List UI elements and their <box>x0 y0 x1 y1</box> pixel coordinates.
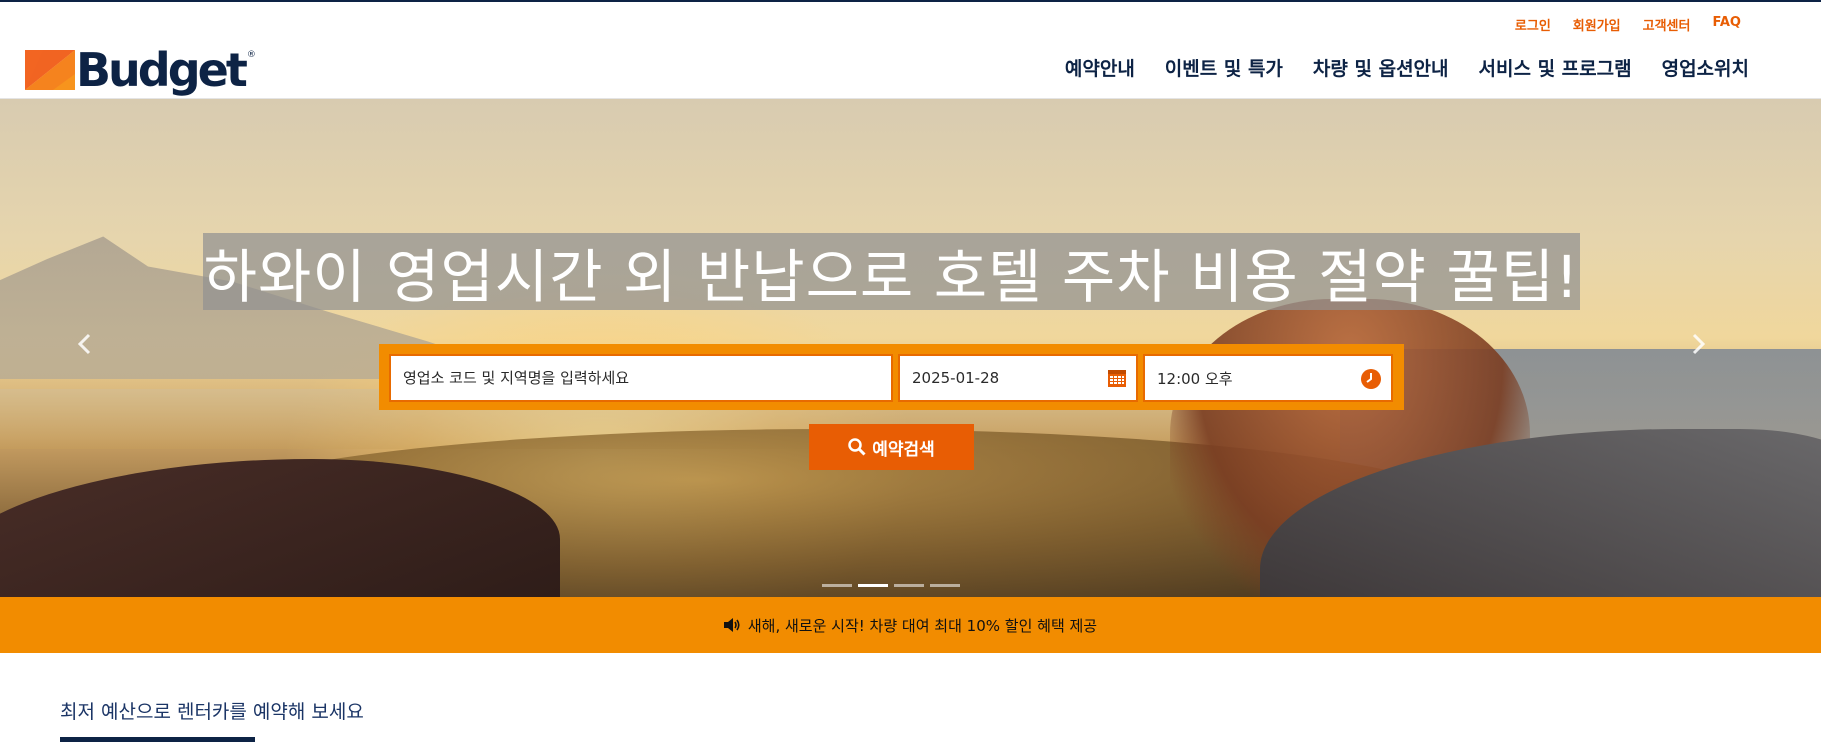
main-nav: 예약안내 이벤트 및 특가 차량 및 옵션안내 서비스 및 프로그램 영업소위치 <box>1065 54 1749 81</box>
budget-logo-wordmark: Budget <box>76 43 248 97</box>
pickup-date-field[interactable]: 2025-01-28 <box>898 354 1138 402</box>
promo-notice-text: 새해, 새로운 시작! 차량 대여 최대 10% 할인 혜택 제공 <box>747 616 1098 635</box>
utility-nav: 로그인 회원가입 고객센터 FAQ <box>1515 15 1741 34</box>
nav-reservation-guide[interactable]: 예약안내 <box>1065 54 1135 81</box>
chevron-left-icon <box>77 333 91 355</box>
nav-locations[interactable]: 영업소위치 <box>1662 54 1749 81</box>
carousel-indicator-2[interactable] <box>858 584 888 587</box>
reservation-search-button[interactable]: 예약검색 <box>809 424 974 470</box>
site-header: Budget ® 로그인 회원가입 고객센터 FAQ 예약안내 이벤트 및 특가… <box>0 2 1821 99</box>
nav-services-programs[interactable]: 서비스 및 프로그램 <box>1479 54 1632 81</box>
reservation-search-form: 2025-01-28 12:00 오후 <box>379 344 1404 410</box>
reservation-search-label: 예약검색 <box>872 439 935 460</box>
budget-logo[interactable]: Budget ® <box>25 46 256 94</box>
signup-link[interactable]: 회원가입 <box>1573 15 1621 34</box>
nav-vehicles-options[interactable]: 차량 및 옵션안내 <box>1313 54 1449 81</box>
carousel-next-button[interactable] <box>1690 329 1708 364</box>
clock-icon[interactable] <box>1361 369 1381 393</box>
pickup-time-value: 12:00 오후 <box>1157 369 1233 388</box>
location-field[interactable] <box>389 354 893 402</box>
hero-headline-banner: 하와이 영업시간 외 반납으로 호텔 주차 비용 절약 꿀팁! <box>203 233 1580 311</box>
location-input[interactable] <box>403 369 891 387</box>
section-title-underline <box>60 737 255 742</box>
faq-link[interactable]: FAQ <box>1712 15 1741 34</box>
pickup-date-value: 2025-01-28 <box>912 369 1000 387</box>
carousel-indicator-4[interactable] <box>930 584 960 587</box>
section-title: 최저 예산으로 렌터카를 예약해 보세요 <box>60 701 364 723</box>
carousel-indicator-3[interactable] <box>894 584 924 587</box>
hero-carousel: 하와이 영업시간 외 반납으로 호텔 주차 비용 절약 꿀팁! 2025-01-… <box>0 99 1821 597</box>
customer-center-link[interactable]: 고객센터 <box>1643 15 1691 34</box>
registered-mark: ® <box>246 50 256 60</box>
hero-background-car-left <box>0 459 560 597</box>
carousel-indicator-1[interactable] <box>822 584 852 587</box>
budget-logo-mark <box>25 50 75 90</box>
calendar-icon[interactable] <box>1108 369 1126 391</box>
pickup-time-field[interactable]: 12:00 오후 <box>1143 354 1393 402</box>
nav-events-deals[interactable]: 이벤트 및 특가 <box>1165 54 1283 81</box>
search-icon <box>848 438 866 456</box>
carousel-prev-button[interactable] <box>75 329 93 364</box>
login-link[interactable]: 로그인 <box>1515 15 1551 34</box>
chevron-right-icon <box>1692 333 1706 355</box>
promo-notice-bar[interactable]: 새해, 새로운 시작! 차량 대여 최대 10% 할인 혜택 제공 <box>0 597 1821 653</box>
hero-headline: 하와이 영업시간 외 반납으로 호텔 주차 비용 절약 꿀팁! <box>203 242 1580 311</box>
speaker-icon <box>723 618 740 632</box>
carousel-indicators <box>822 584 960 587</box>
